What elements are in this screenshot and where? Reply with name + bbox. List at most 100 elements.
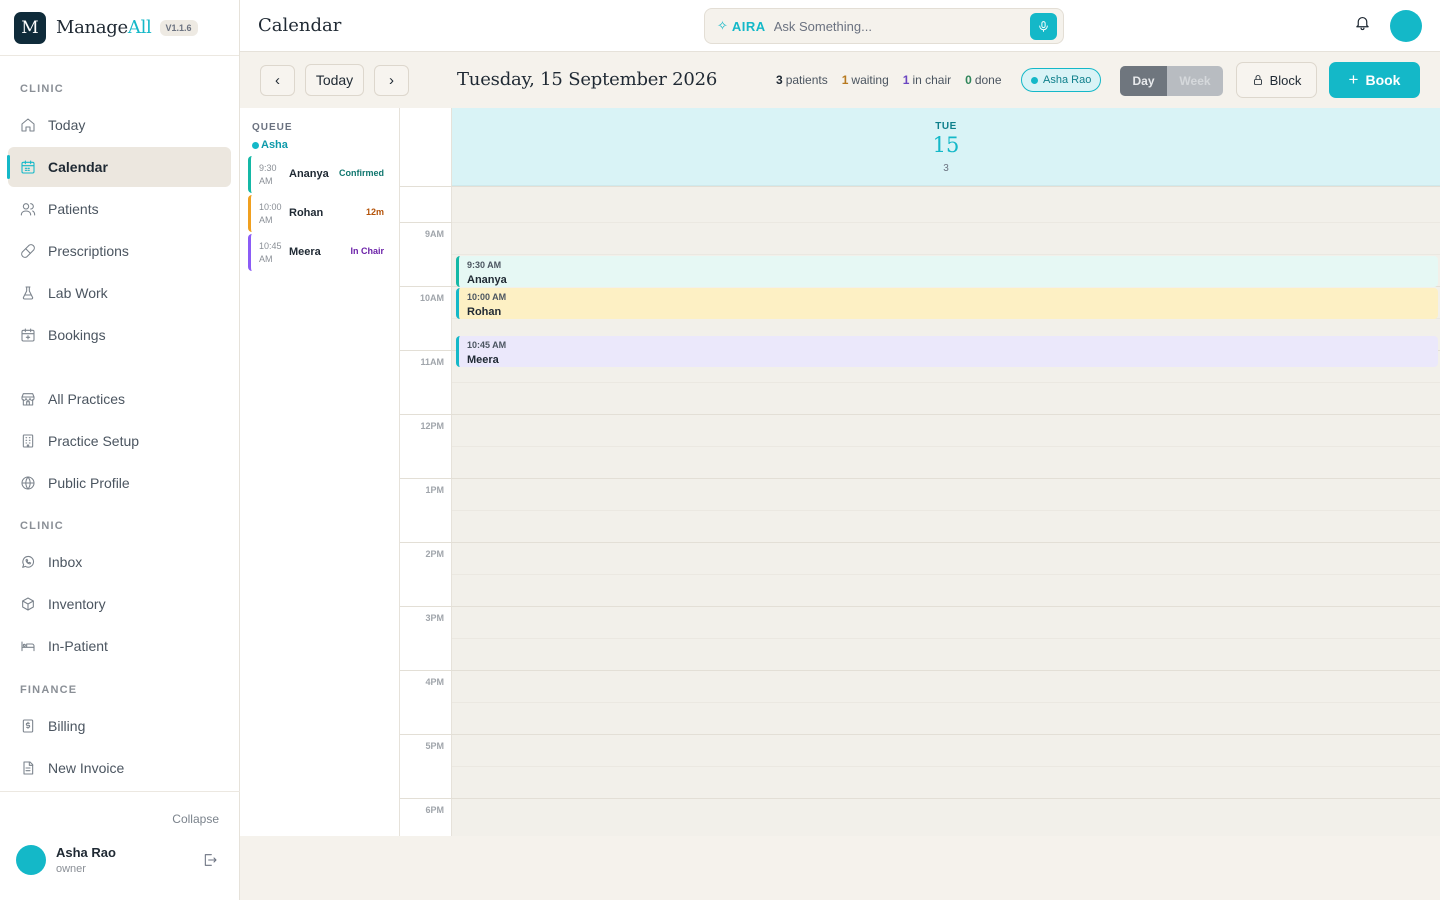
hour-label: 12PM (420, 421, 444, 431)
aira-search[interactable]: ✧ AIRA (704, 8, 1064, 44)
grid-line (452, 254, 1440, 255)
user-info: Asha Rao owner (56, 845, 116, 875)
calendar-toolbar: ‹ Today › Tuesday, 15 September 2026 3 pa… (240, 52, 1440, 108)
doctor-chip-label: Asha Rao (1043, 74, 1092, 86)
sidebar-item-inbox[interactable]: Inbox (8, 542, 231, 582)
sidebar-item-bookings[interactable]: Bookings (8, 315, 231, 355)
grid-line (400, 222, 452, 223)
queue-item-name: Ananya (289, 168, 329, 180)
grid-line (400, 186, 1440, 187)
queue-panel: QUEUE Asha 9:30 AM Ananya Confirmed 10:0… (240, 108, 400, 836)
block-button[interactable]: Block (1236, 62, 1317, 98)
sidebar-item-new-invoice[interactable]: New Invoice (8, 748, 231, 788)
status-dot (252, 141, 259, 149)
event-time: 9:30 AM (467, 260, 502, 270)
brand: M ManageAll V1.1.6 (0, 0, 239, 56)
grid-line (400, 670, 1440, 671)
sidebar-item-label: Calendar (48, 159, 108, 175)
appointment-count: 3 (943, 163, 949, 174)
view-week-button[interactable]: Week (1167, 66, 1223, 96)
sidebar-item-label: Prescriptions (48, 243, 129, 259)
app-logo[interactable]: M (14, 11, 46, 44)
queue-item[interactable]: 10:45 AM Meera In Chair (248, 234, 388, 271)
hour-label: 5PM (425, 741, 444, 751)
bell-icon (1356, 16, 1369, 31)
prev-day-button[interactable]: ‹ (260, 65, 295, 96)
page-title: Calendar (258, 15, 342, 36)
aira-input[interactable] (773, 18, 1014, 34)
calendar-plus-icon (21, 328, 35, 342)
sidebar-item-practice-setup[interactable]: Practice Setup (8, 421, 231, 461)
globe-icon (21, 476, 35, 490)
mic-button[interactable] (1030, 13, 1057, 40)
sidebar-item-patients[interactable]: Patients (8, 189, 231, 229)
sidebar-item-all-practices[interactable]: All Practices (8, 379, 231, 419)
sidebar-item-prescriptions[interactable]: Prescriptions (8, 231, 231, 271)
queue-doctor: Asha (252, 139, 288, 151)
building-icon (22, 434, 34, 448)
grid-line (400, 478, 1440, 479)
grid-line (400, 606, 1440, 607)
sidebar-item-lab-work[interactable]: Lab Work (8, 273, 231, 313)
view-day-button[interactable]: Day (1120, 66, 1167, 96)
plus-icon: + (1348, 70, 1359, 89)
box-icon (22, 597, 34, 611)
day-of-week: TUE (935, 121, 957, 132)
event-patient: Meera (467, 354, 499, 366)
user-name: Asha Rao (56, 845, 116, 860)
notifications-button[interactable] (1354, 14, 1372, 32)
sidebar-item-today[interactable]: Today (8, 105, 231, 145)
appointment-event[interactable]: 10:00 AM Rohan (456, 288, 1438, 319)
queue-item[interactable]: 10:00 AM Rohan 12m (248, 195, 388, 232)
calendar-icon (21, 160, 35, 174)
next-day-button[interactable]: › (374, 65, 409, 96)
sidebar-item-label: Billing (48, 718, 86, 734)
grid-line (452, 702, 1440, 703)
invoice-icon (23, 761, 34, 775)
grid-line (452, 382, 1440, 383)
user-profile[interactable]: Asha Rao owner (16, 845, 116, 875)
appointment-event[interactable]: 9:30 AM Ananya (456, 256, 1438, 287)
nav-section-clinic: CLINIC (20, 83, 64, 95)
appointment-event[interactable]: 10:45 AM Meera (456, 336, 1438, 367)
dollar-doc-icon (22, 719, 34, 733)
hour-label: 11AM (420, 357, 444, 367)
today-button[interactable]: Today (305, 64, 364, 96)
app-name: ManageAll (56, 17, 152, 38)
sidebar-item-label: New Invoice (48, 760, 125, 776)
doctor-filter-chip[interactable]: Asha Rao (1021, 68, 1102, 92)
sidebar-item-calendar[interactable]: Calendar (7, 147, 231, 187)
collapse-button[interactable]: Collapse (172, 812, 219, 826)
day-stats: 3 patients 1 waiting 1 in chair 0 done (776, 73, 1016, 87)
logout-button[interactable] (202, 852, 220, 870)
sidebar-item-inventory[interactable]: Inventory (8, 584, 231, 624)
sidebar-item-label: Practice Setup (48, 433, 140, 449)
nav-section-clinic-2: CLINIC (20, 520, 64, 532)
day-column-header[interactable]: TUE 15 3 (452, 108, 1440, 186)
sidebar-item-in-patient[interactable]: In-Patient (8, 626, 231, 666)
app-name-main: Manage (56, 17, 128, 38)
day-column[interactable]: TUE 15 3 (452, 108, 1440, 836)
store-icon (21, 393, 35, 406)
sidebar-item-billing[interactable]: Billing (8, 706, 231, 746)
queue-item-name: Rohan (289, 207, 324, 219)
hour-label: 3PM (425, 613, 444, 623)
grid-line (452, 446, 1440, 447)
queue-item[interactable]: 9:30 AM Ananya Confirmed (248, 156, 388, 193)
stat-done: 0 done (965, 73, 1001, 87)
sidebar-item-public-profile[interactable]: Public Profile (8, 463, 231, 503)
logout-icon (204, 854, 217, 866)
book-button[interactable]: + Book (1329, 62, 1420, 98)
app-name-accent: All (127, 17, 152, 38)
status-badge: 12m (365, 207, 384, 217)
avatar (16, 845, 46, 875)
grid-line (400, 414, 1440, 415)
sidebar-item-label: Lab Work (48, 285, 108, 301)
sidebar-item-label: Public Profile (48, 475, 130, 491)
sidebar: M ManageAll V1.1.6 CLINIC Today Calendar… (0, 0, 240, 900)
queue-item-time: 9:30 AM (259, 163, 277, 186)
grid-line (400, 542, 1440, 543)
avatar[interactable] (1390, 10, 1422, 42)
version-badge: V1.1.6 (159, 19, 198, 36)
stat-value: 1 (841, 73, 849, 87)
